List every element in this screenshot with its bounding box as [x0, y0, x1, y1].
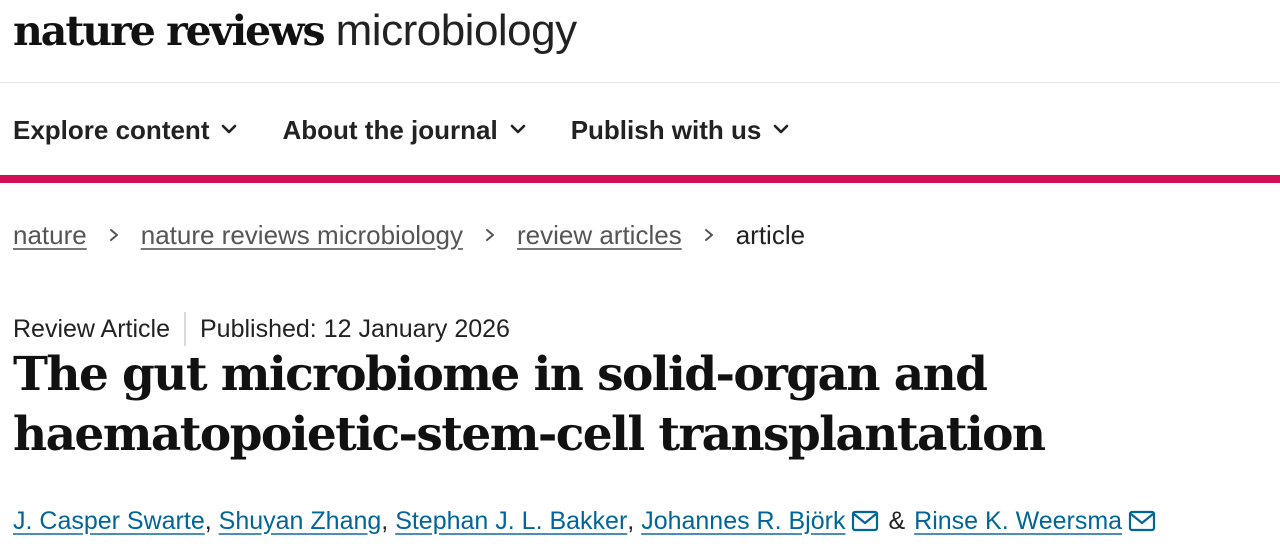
author-link[interactable]: J. Casper Swarte	[13, 507, 205, 536]
logo-wordmark-bold: nature reviews	[13, 7, 326, 55]
breadcrumb-link-nature[interactable]: nature	[13, 220, 87, 251]
author-list: J. Casper Swarte, Shuyan Zhang, Stephan …	[13, 504, 1156, 538]
breadcrumb-link-journal[interactable]: nature reviews microbiology	[141, 220, 463, 251]
mail-icon[interactable]	[851, 510, 879, 532]
chevron-right-icon	[485, 229, 494, 241]
author-separator: ,	[627, 506, 635, 535]
author-link[interactable]: Rinse K. Weersma	[914, 507, 1122, 536]
article-meta: Review Article Published: 12 January 202…	[13, 312, 510, 346]
author-link[interactable]: Johannes R. Björk	[641, 507, 845, 536]
logo-wordmark-journal: microbiology	[335, 6, 577, 55]
meta-divider	[184, 312, 186, 346]
article-type: Review Article	[13, 314, 170, 343]
author-conjunction: &	[888, 506, 906, 535]
nav-publish-with-us[interactable]: Publish with us	[571, 115, 790, 146]
breadcrumb-link-review-articles[interactable]: review articles	[517, 220, 682, 251]
chevron-down-icon	[774, 124, 789, 134]
chevron-right-icon	[109, 229, 118, 241]
site-logo[interactable]: nature reviews microbiology	[13, 6, 577, 66]
article-title: The gut microbiome in solid-organ and ha…	[13, 347, 1046, 462]
nav-explore-content-label: Explore content	[13, 114, 210, 145]
author-link[interactable]: Stephan J. L. Bakker	[395, 507, 627, 536]
nav-about-journal-label: About the journal	[282, 114, 498, 145]
nav-publish-with-us-label: Publish with us	[570, 114, 762, 145]
mail-icon[interactable]	[1128, 510, 1156, 532]
breadcrumb-current: article	[735, 219, 806, 250]
author-separator: ,	[204, 506, 212, 535]
chevron-down-icon	[510, 124, 525, 134]
author-separator: ,	[381, 506, 389, 535]
nav-explore-content[interactable]: Explore content	[13, 115, 237, 146]
nav-about-journal[interactable]: About the journal	[282, 115, 525, 146]
breadcrumb: nature nature reviews microbiology revie…	[13, 218, 805, 252]
chevron-down-icon	[222, 124, 237, 134]
author-link[interactable]: Shuyan Zhang	[219, 507, 382, 536]
header-divider	[0, 82, 1280, 83]
published-date: Published: 12 January 2026	[200, 314, 510, 343]
chevron-right-icon	[704, 229, 713, 241]
nav-accent-bar	[0, 175, 1280, 183]
main-nav: Explore content About the journal Publis…	[13, 112, 834, 148]
